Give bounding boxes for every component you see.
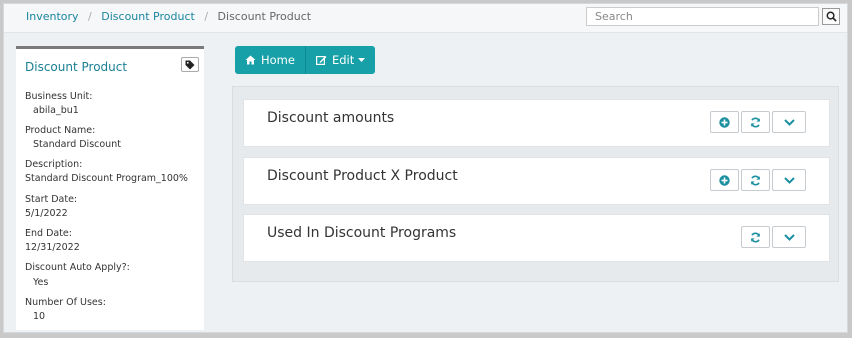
panel-title: Discount amounts [267,110,395,126]
auto-apply-label: Discount Auto Apply?: [25,262,130,273]
add-button[interactable] [710,111,739,133]
breadcrumb-separator: / [88,10,92,23]
expand-button[interactable] [772,169,806,191]
top-bar: Inventory / Discount Product / Discount … [4,4,847,33]
used-in-discount-programs-panel: Used In Discount Programs [243,214,830,262]
panel-title: Discount Product X Product [267,168,458,184]
chevron-down-icon [783,176,795,184]
breadcrumb-discount-product[interactable]: Discount Product [101,10,195,23]
add-button[interactable] [710,169,739,191]
discount-product-x-product-panel: Discount Product X Product [243,157,830,205]
end-date-value: 12/31/2022 [25,242,80,253]
record-summary-panel: Discount Product Business Unit: abila_bu… [16,46,204,330]
search-icon [826,11,837,22]
tag-button[interactable] [181,57,199,72]
toolbar: Home Edit [235,46,376,74]
refresh-icon [751,117,760,127]
breadcrumb-inventory[interactable]: Inventory [26,10,79,23]
plus-circle-icon [719,116,730,128]
search-input[interactable] [586,7,819,26]
product-name-value: Standard Discount [33,139,121,150]
breadcrumb-current: Discount Product [217,10,312,23]
product-name-label: Product Name: [25,125,96,136]
description-value: Standard Discount Program_100% [25,173,188,184]
breadcrumb-separator: / [204,10,209,23]
start-date-value: 5/1/2022 [25,208,68,219]
breadcrumb: Inventory / Discount Product / Discount … [26,10,311,23]
edit-menu-button[interactable]: Edit [305,46,376,74]
number-of-uses-value: 10 [33,311,46,322]
plus-circle-icon [719,174,730,186]
auto-apply-value: Yes [33,277,49,288]
related-panels: Discount amounts Discount Product X Prod… [232,86,839,282]
refresh-icon [751,232,760,242]
home-button-label: Home [261,53,295,67]
search-button[interactable] [822,8,840,25]
record-title: Discount Product [25,60,128,74]
home-button[interactable]: Home [235,46,306,74]
description-label: Description: [25,159,83,170]
refresh-button[interactable] [741,169,770,191]
start-date-label: Start Date: [25,194,78,205]
panel-actions [739,226,806,248]
tag-icon [185,60,195,69]
edit-button-label: Edit [331,53,355,67]
expand-button[interactable] [772,111,806,133]
chevron-down-icon [783,118,795,126]
home-icon [245,55,256,65]
app-window: Inventory / Discount Product / Discount … [3,3,848,333]
panel-actions [708,169,806,191]
expand-button[interactable] [772,226,806,248]
refresh-button[interactable] [741,226,770,248]
number-of-uses-label: Number Of Uses: [25,297,106,308]
edit-icon [315,56,327,65]
panel-title: Used In Discount Programs [267,225,457,241]
end-date-label: End Date: [25,228,72,239]
business-unit-value: abila_bu1 [33,105,79,116]
discount-amounts-panel: Discount amounts [243,99,830,147]
refresh-icon [751,175,760,185]
refresh-button[interactable] [741,111,770,133]
panel-actions [708,111,806,133]
chevron-down-icon [783,233,795,241]
caret-down-icon [358,58,366,62]
business-unit-label: Business Unit: [25,91,93,102]
